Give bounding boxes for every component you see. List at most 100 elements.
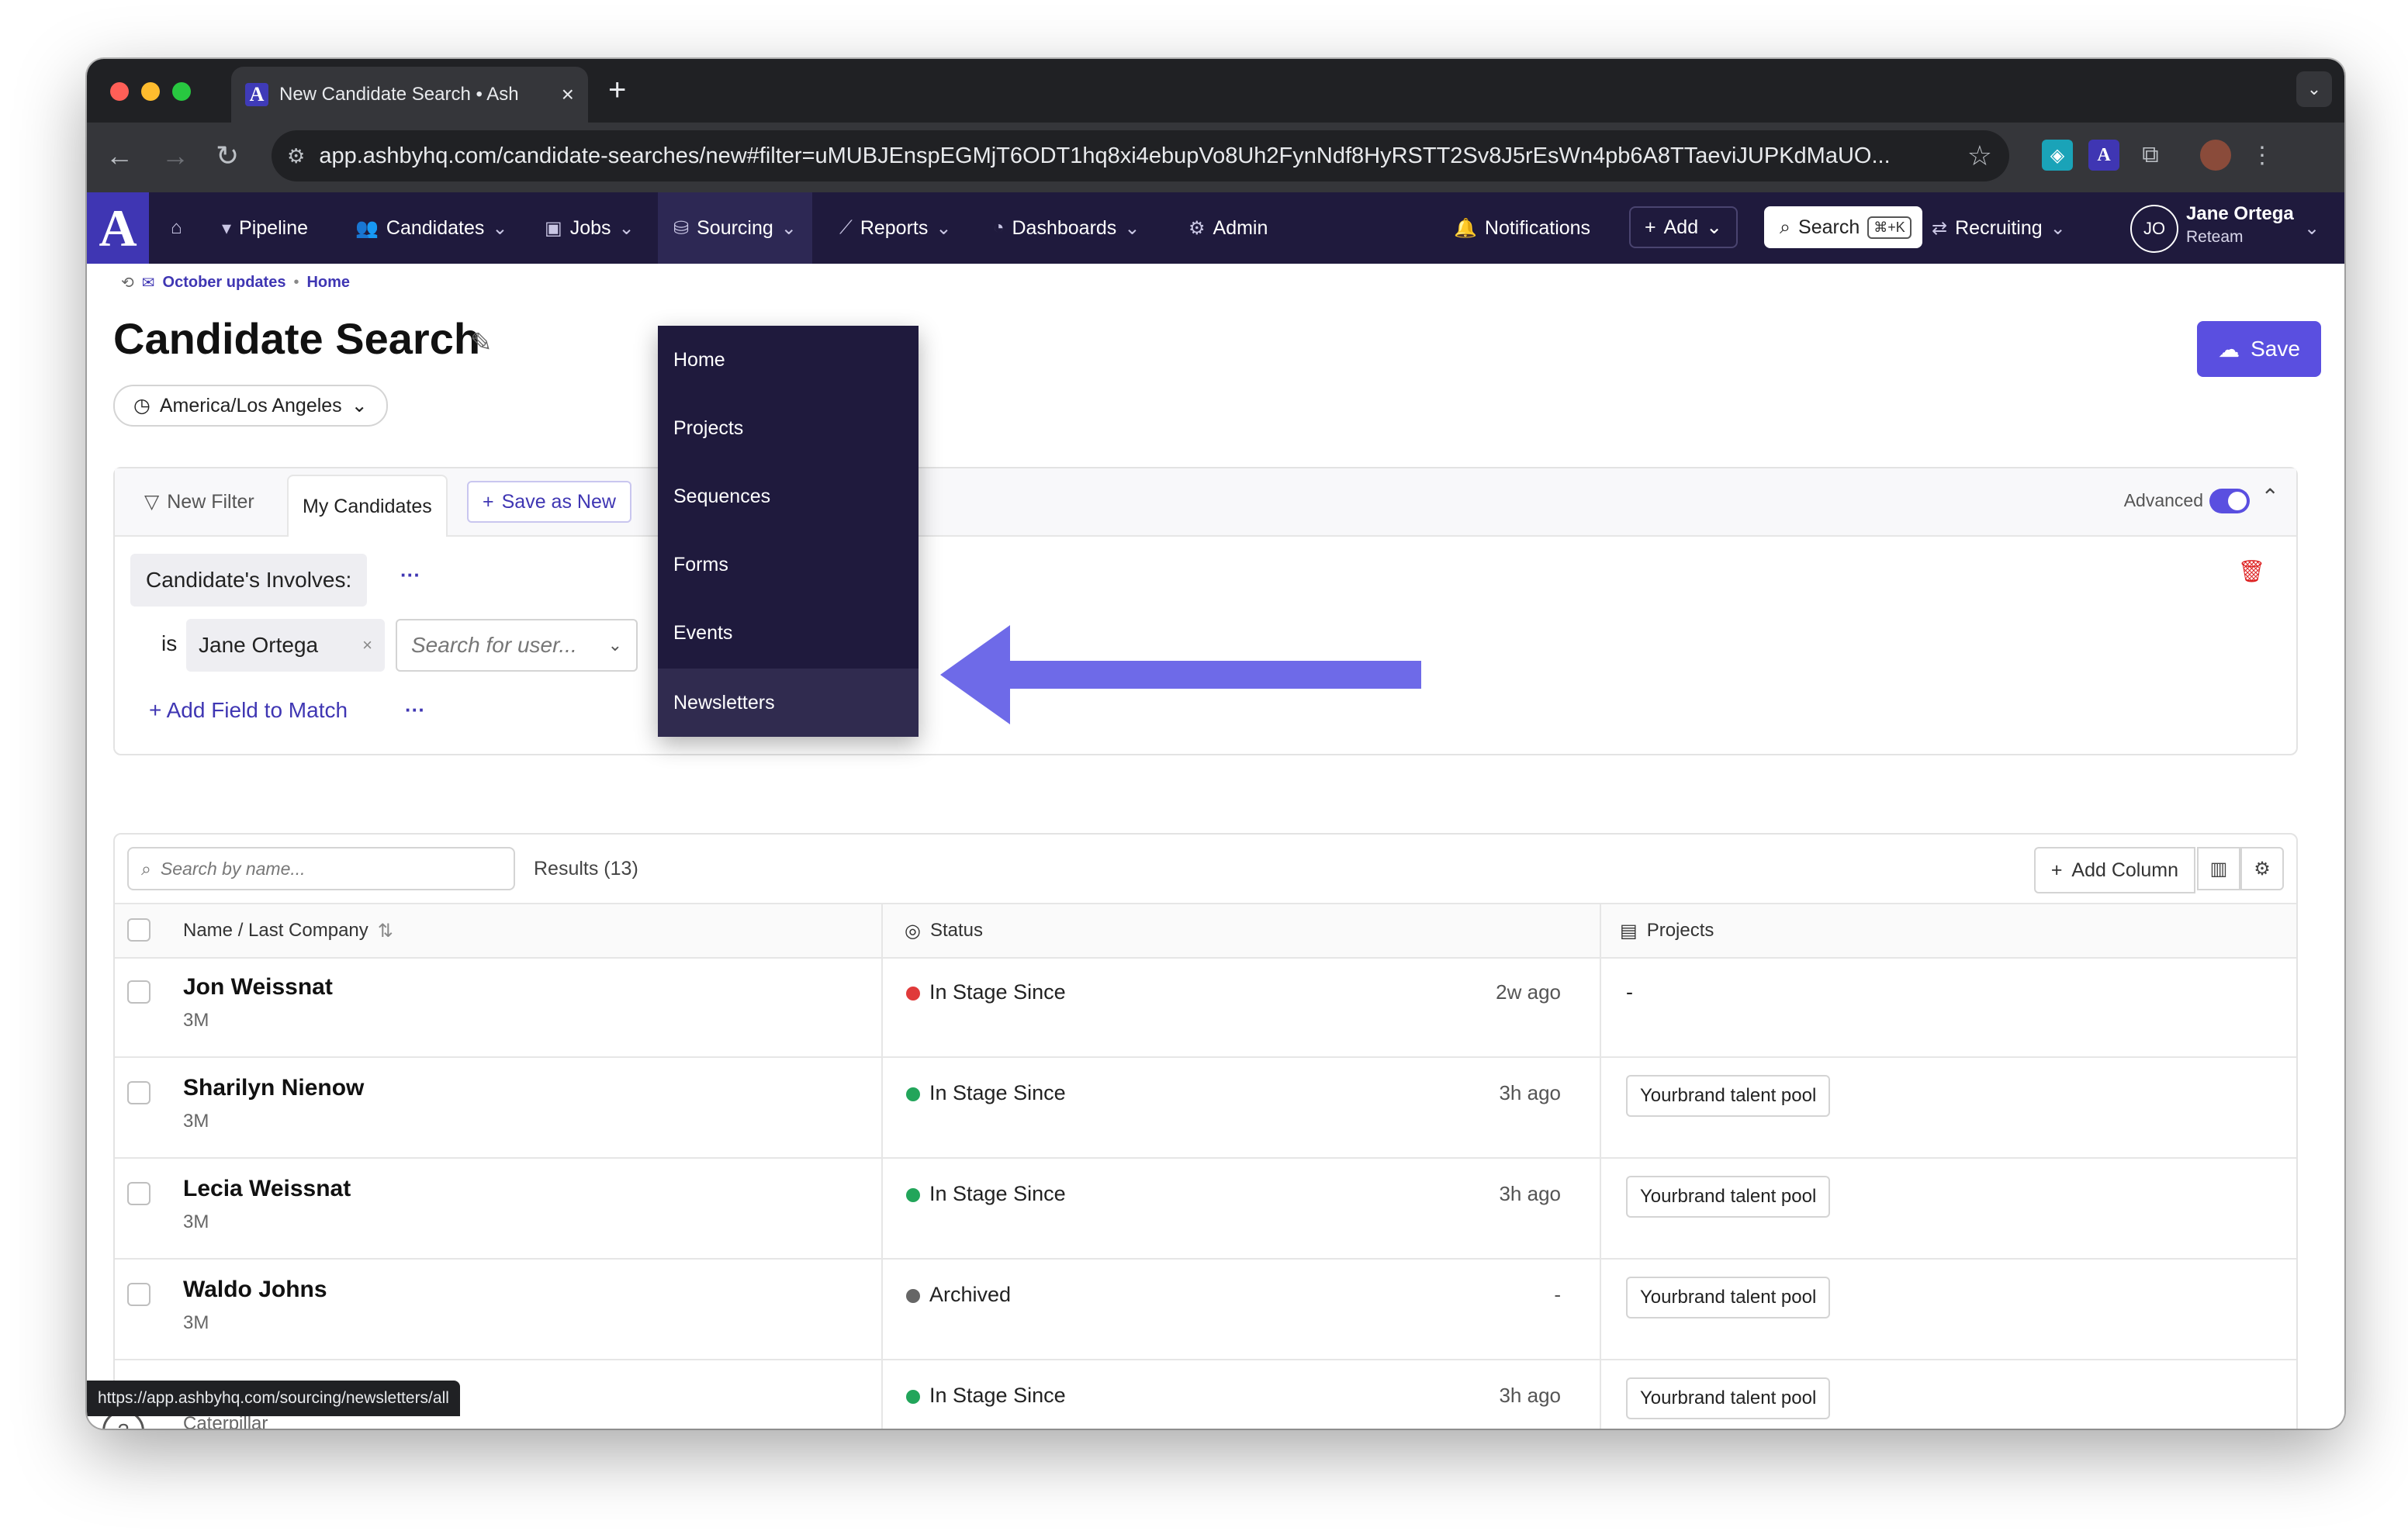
row-checkbox[interactable] — [127, 980, 150, 1004]
reload-icon[interactable]: ↻ — [216, 140, 239, 172]
recruiting-switcher[interactable]: ⇄ Recruiting ⌄ — [1932, 192, 2066, 264]
global-search-button[interactable]: ⌕ Search ⌘+K — [1764, 206, 1922, 248]
browser-window: A New Candidate Search • Ash × + ⌄ ← → ↻… — [87, 59, 2344, 1429]
add-field-more-icon[interactable]: ··· — [405, 698, 425, 722]
edit-pencil-icon[interactable]: ✎ — [470, 327, 493, 358]
extension-icon[interactable]: ◈ — [2042, 140, 2073, 171]
tab-close-icon[interactable]: × — [562, 82, 574, 107]
status-dot — [906, 1087, 920, 1101]
select-all-checkbox[interactable] — [127, 918, 150, 942]
address-bar[interactable]: ⚙ app.ashbyhq.com/candidate-searches/new… — [272, 130, 2009, 181]
trash-icon[interactable]: 🗑 — [2237, 558, 2265, 584]
browser-tab[interactable]: A New Candidate Search • Ash × — [231, 67, 588, 123]
column-name[interactable]: Name / Last Company ⇅ — [183, 904, 393, 957]
row-checkbox[interactable] — [127, 1182, 150, 1205]
back-arrow-icon[interactable]: ← — [106, 140, 133, 172]
user-menu[interactable]: Jane Ortega Reteam — [2186, 203, 2294, 247]
settings-gear-icon[interactable]: ⚙ — [2240, 847, 2284, 890]
tab-search-chevron-icon[interactable]: ⌄ — [2296, 71, 2332, 107]
close-window-button[interactable] — [110, 82, 129, 101]
add-field-to-match-button[interactable]: + Add Field to Match — [149, 698, 348, 723]
profile-avatar-icon[interactable] — [2200, 140, 2231, 171]
my-candidates-tab[interactable]: My Candidates — [287, 475, 448, 537]
table-row[interactable]: Jon Weissnat 3M In Stage Since 2w ago - — [115, 957, 2296, 1058]
site-settings-icon[interactable]: ⚙ — [287, 144, 305, 168]
project-badge[interactable]: Yourbrand talent pool — [1626, 1176, 1831, 1218]
home-icon[interactable]: ⌂ — [171, 192, 182, 264]
advanced-label: Advanced — [2123, 490, 2203, 510]
user-avatar[interactable]: JO — [2130, 205, 2178, 253]
project-badge[interactable]: Yourbrand talent pool — [1626, 1377, 1831, 1419]
menu-item-forms[interactable]: Forms — [658, 530, 919, 599]
status-time: 3h ago — [1499, 1384, 1561, 1407]
tab-strip: A New Candidate Search • Ash × + ⌄ — [87, 59, 2344, 123]
status-text: In Stage Since — [929, 1081, 1066, 1104]
table-row[interactable]: Waldo Johns 3M Archived - Yourbrand talent p… — [115, 1260, 2296, 1360]
app-navbar: A ⌂ ▾ Pipeline 👥 Candidates ⌄ ▣ Jobs ⌄ ⛁ Sourc… — [87, 192, 2344, 264]
table-layout-icon[interactable]: ▥ — [2197, 847, 2240, 890]
chevron-up-icon[interactable]: ⌃ — [2261, 484, 2279, 510]
timezone-select[interactable]: ◷ America/Los Angeles ⌄ — [113, 385, 388, 427]
extensions-puzzle-icon[interactable]: ⧉ — [2135, 140, 2166, 171]
menu-item-newsletters[interactable]: Newsletters — [658, 669, 919, 737]
breadcrumb-october-updates[interactable]: October updates — [163, 274, 286, 292]
condition-more-icon[interactable]: ··· — [400, 563, 420, 587]
add-button[interactable]: + Add ⌄ — [1629, 206, 1739, 248]
user-search-select[interactable]: Search for user... ⌄ — [396, 619, 638, 672]
bookmark-star-icon[interactable]: ☆ — [1967, 140, 1992, 172]
notifications-button[interactable]: 🔔 Notifications — [1454, 192, 1590, 264]
annotation-arrow — [940, 625, 1421, 724]
remove-chip-icon[interactable]: × — [362, 635, 372, 655]
menu-item-home[interactable]: Home — [658, 326, 919, 394]
nav-admin[interactable]: ⚙ Admin — [1188, 192, 1268, 264]
candidate-name[interactable]: Sharilyn Nienow — [183, 1075, 364, 1101]
menu-item-projects[interactable]: Projects — [658, 394, 919, 462]
nav-pipeline[interactable]: ▾ Pipeline — [222, 192, 308, 264]
nav-candidates[interactable]: 👥 Candidates ⌄ — [355, 192, 507, 264]
candidate-company: 3M — [183, 1010, 209, 1031]
status-text: In Stage Since — [929, 1182, 1066, 1205]
row-checkbox[interactable] — [127, 1081, 150, 1104]
nav-jobs[interactable]: ▣ Jobs ⌄ — [545, 192, 635, 264]
nav-sourcing[interactable]: ⛁ Sourcing ⌄ — [658, 192, 812, 264]
chevron-down-icon: ⌄ — [936, 217, 952, 239]
candidate-name[interactable]: Jon Weissnat — [183, 974, 333, 1001]
chart-icon: ⟋ — [839, 217, 853, 238]
advanced-toggle[interactable] — [2209, 489, 2250, 513]
ashby-extension-icon[interactable]: A — [2088, 140, 2119, 171]
candidate-name[interactable]: Waldo Johns — [183, 1277, 327, 1303]
add-column-button[interactable]: + Add Column — [2033, 847, 2195, 893]
table-row[interactable]: Lecia Weissnat 3M In Stage Since 3h ago Your… — [115, 1159, 2296, 1260]
project-badge[interactable]: Yourbrand talent pool — [1626, 1075, 1831, 1117]
shortcut-hint: ⌘+K — [1867, 216, 1912, 239]
browser-menu-icon[interactable]: ⋮ — [2247, 140, 2278, 171]
swap-icon: ⇄ — [1932, 217, 1948, 239]
history-icon[interactable]: ⟲ — [121, 273, 134, 292]
condition-label[interactable]: Candidate's Involves: — [130, 554, 368, 607]
save-button[interactable]: ☁ Save — [2197, 321, 2321, 377]
menu-item-sequences[interactable]: Sequences — [658, 462, 919, 530]
project-badge[interactable]: Yourbrand talent pool — [1626, 1277, 1831, 1318]
forward-arrow-icon[interactable]: → — [161, 140, 189, 172]
save-as-new-button[interactable]: + Save as New — [467, 481, 631, 523]
breadcrumb-home[interactable]: Home — [306, 274, 350, 292]
maximize-window-button[interactable] — [172, 82, 191, 101]
nav-reports[interactable]: ⟋ Reports ⌄ — [839, 192, 951, 264]
new-filter-tab[interactable]: ▽ New Filter — [130, 476, 268, 527]
new-tab-button[interactable]: + — [608, 73, 626, 108]
check-circle-icon: ◎ — [905, 920, 921, 942]
status-text: In Stage Since — [929, 1384, 1066, 1407]
chevron-down-icon: ⌄ — [607, 635, 622, 655]
row-checkbox[interactable] — [127, 1283, 150, 1306]
user-menu-chevron-icon[interactable]: ⌄ — [2304, 192, 2320, 264]
table-row[interactable]: Sharilyn Nienow 3M In Stage Since 3h ago You… — [115, 1058, 2296, 1159]
minimize-window-button[interactable] — [141, 82, 160, 101]
ashby-logo[interactable]: A — [87, 192, 149, 264]
menu-item-events[interactable]: Events — [658, 599, 919, 667]
candidate-name[interactable]: Lecia Weissnat — [183, 1176, 351, 1202]
column-projects[interactable]: ▤ Projects — [1620, 904, 1714, 957]
column-status[interactable]: ◎ Status — [905, 904, 983, 957]
search-by-name-input[interactable]: ⌕ Search by name... — [127, 847, 515, 890]
nav-dashboards[interactable]: ◔ Dashboards ⌄ — [993, 192, 1140, 264]
sort-icon[interactable]: ⇅ — [378, 920, 393, 942]
